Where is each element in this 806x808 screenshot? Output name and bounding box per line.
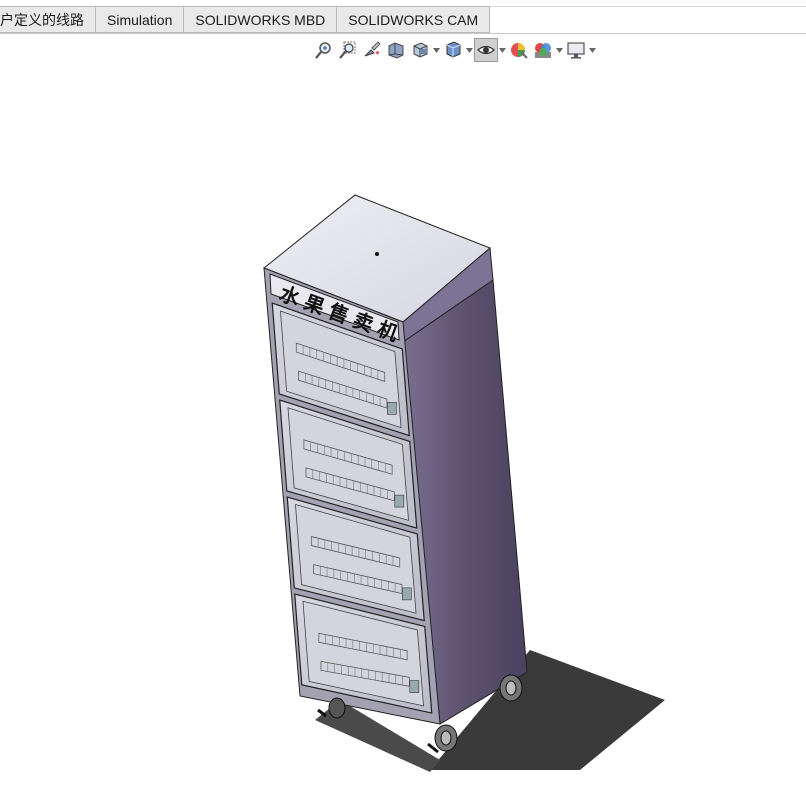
view-settings-dropdown-icon[interactable] (588, 38, 597, 62)
previous-view-icon[interactable] (360, 38, 384, 62)
apply-scene-dropdown-icon[interactable] (555, 38, 564, 62)
display-style-icon[interactable] (441, 38, 465, 62)
edit-appearance-icon[interactable] (507, 38, 531, 62)
tab-solidworks-cam[interactable]: SOLIDWORKS CAM (337, 6, 491, 33)
vending-machine-model[interactable]: 水果售卖机 (0, 64, 806, 808)
heads-up-view-toolbar (312, 38, 597, 62)
command-manager-tabs: 户定义的线路 Simulation SOLIDWORKS MBD SOLIDWO… (0, 6, 491, 34)
control-panel (402, 587, 412, 601)
control-panel (394, 494, 405, 508)
control-panel (387, 402, 397, 415)
control-panel (409, 680, 420, 693)
view-orientation-icon[interactable] (408, 38, 432, 62)
hide-show-dropdown-icon[interactable] (498, 38, 507, 62)
zoom-to-area-icon[interactable] (336, 38, 360, 62)
display-style-dropdown-icon[interactable] (465, 38, 474, 62)
tab-simulation[interactable]: Simulation (96, 6, 185, 33)
tabs-divider (0, 33, 806, 34)
tab-solidworks-mbd[interactable]: SOLIDWORKS MBD (184, 6, 338, 33)
view-settings-icon[interactable] (564, 38, 588, 62)
view-orientation-dropdown-icon[interactable] (432, 38, 441, 62)
section-view-icon[interactable] (384, 38, 408, 62)
apply-scene-icon[interactable] (531, 38, 555, 62)
hide-show-items-icon[interactable] (474, 38, 498, 62)
zoom-to-fit-icon[interactable] (312, 38, 336, 62)
tab-routing[interactable]: 户定义的线路 (0, 6, 96, 33)
graphics-area[interactable]: 水果售卖机 (0, 64, 806, 808)
